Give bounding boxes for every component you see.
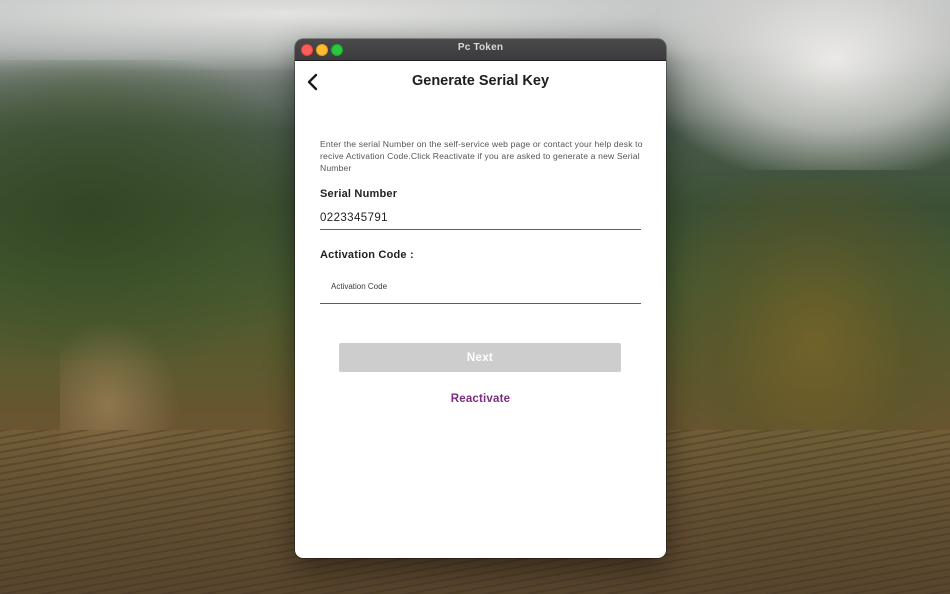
wallpaper-hills — [0, 60, 300, 360]
serial-number-input[interactable] — [320, 207, 641, 229]
page-title: Generate Serial Key — [411, 73, 550, 89]
serial-number-label: Serial Number — [320, 188, 398, 200]
activation-code-field — [320, 276, 641, 307]
wallpaper-road — [60, 320, 180, 490]
app-window: Pc Token Generate Serial Key Enter the s… — [295, 39, 666, 558]
window-title: Pc Token — [457, 42, 504, 53]
desktop-wallpaper: Pc Token Generate Serial Key Enter the s… — [0, 0, 950, 594]
wallpaper-fog — [660, 0, 950, 170]
reactivate-link[interactable]: Reactivate — [295, 393, 666, 405]
window-titlebar[interactable]: Pc Token — [295, 39, 666, 61]
wallpaper-trees — [680, 180, 950, 510]
activation-code-label: Activation Code : — [320, 249, 414, 261]
instructions-text: Enter the serial Number on the self-serv… — [320, 139, 643, 173]
next-button[interactable]: Next — [339, 343, 621, 372]
serial-key-form: Generate Serial Key Enter the serial Num… — [295, 61, 666, 558]
activation-code-input[interactable] — [320, 279, 641, 307]
serial-number-field — [320, 207, 641, 230]
